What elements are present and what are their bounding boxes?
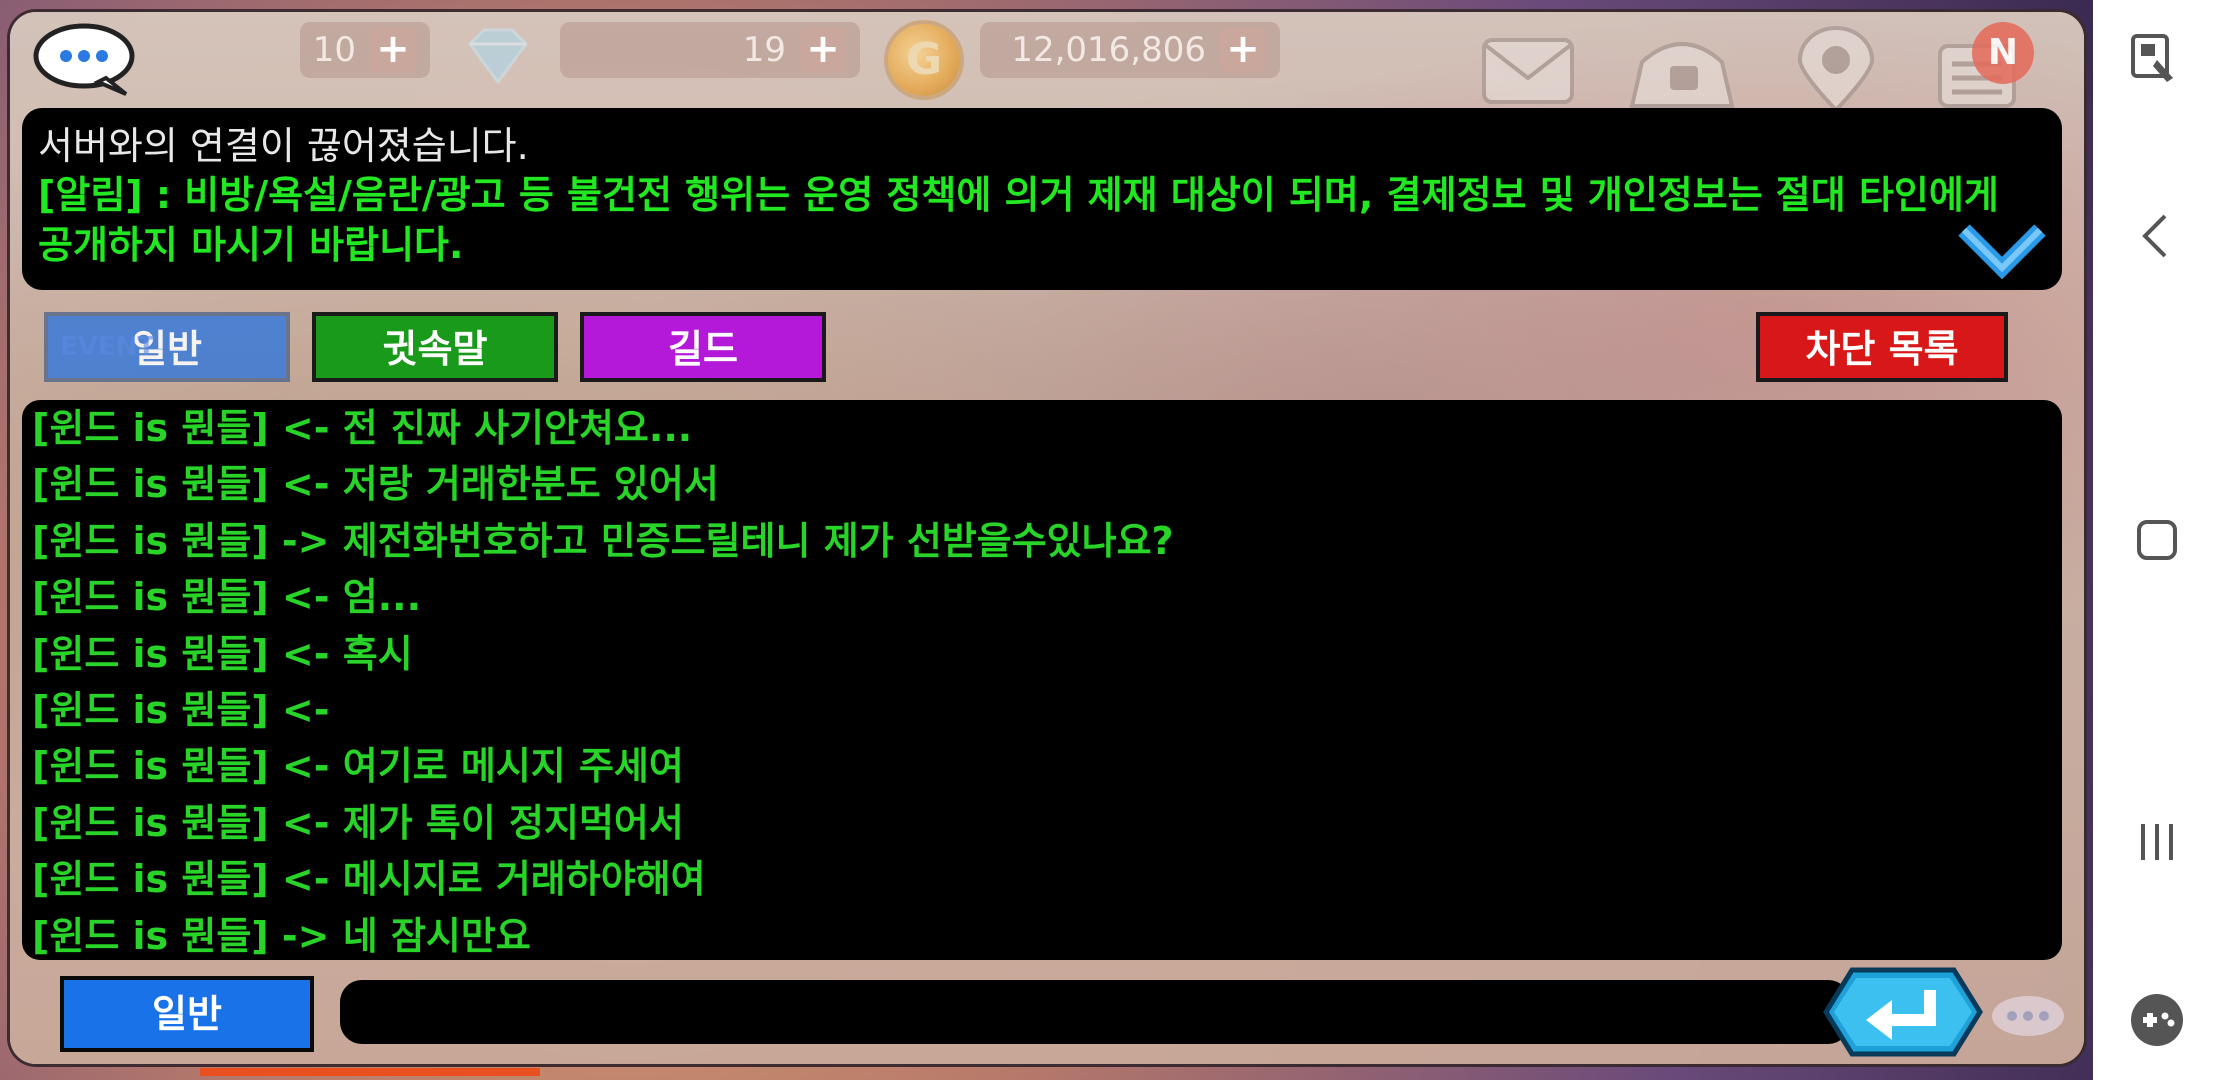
currency-bar: 10 + 19 + G 12,016,806 + N — [0, 0, 2093, 112]
chat-mode-button[interactable]: 일반 — [60, 976, 314, 1052]
mail-icon[interactable] — [1478, 26, 1578, 112]
recent-apps-icon[interactable] — [2127, 812, 2187, 872]
new-badge: N — [1972, 22, 2034, 84]
gems-plus-button[interactable]: + — [800, 27, 846, 73]
back-icon[interactable] — [2127, 206, 2187, 266]
tab-whisper[interactable]: 귓속말 — [312, 312, 558, 382]
chat-message: [윈드 is 뭔들] <- 메시지로 거래하야해여 — [32, 857, 706, 902]
system-notice: 서버와의 연결이 끊어졌습니다. [알림] : 비방/욕설/음란/광고 등 불건… — [22, 108, 2062, 290]
home-icon[interactable] — [2127, 510, 2187, 570]
touch-lock-icon[interactable] — [2127, 30, 2187, 90]
policy-notice: [알림] : 비방/욕설/음란/광고 등 불건전 행위는 운영 정책에 의거 제… — [38, 173, 1999, 267]
more-dots-icon[interactable] — [1988, 994, 2068, 1040]
game-tools-icon[interactable] — [2127, 990, 2187, 1050]
chat-bubble-icon[interactable] — [28, 18, 138, 98]
chat-message: [윈드 is 뭔들] <- 혹시 — [32, 631, 413, 676]
hearts-value: 10 — [312, 30, 356, 70]
tab-guild[interactable]: 길드 — [580, 312, 826, 382]
gold-value: 12,016,806 — [1011, 30, 1206, 70]
chat-message: [윈드 is 뭔들] <- 저랑 거래한분도 있어서 — [32, 462, 719, 507]
diamond-icon — [468, 28, 528, 85]
location-pin-icon[interactable] — [1786, 26, 1886, 112]
enter-icon[interactable] — [1822, 966, 1984, 1058]
chat-message: [윈드 is 뭔들] -> 제전화번호하고 민증드릴테니 제가 선받을수있나요? — [32, 518, 1174, 563]
chat-input[interactable] — [340, 980, 1850, 1044]
chat-message: [윈드 is 뭔들] <- 여기로 메시지 주세여 — [32, 744, 684, 789]
gold-counter: 12,016,806 + — [980, 22, 1280, 78]
event-tag: EVENT — [60, 332, 156, 362]
chat-message: [윈드 is 뭔들] <- 엄... — [32, 575, 422, 620]
chat-message: [윈드 is 뭔들] <- — [32, 687, 330, 732]
chat-message: [윈드 is 뭔들] <- 제가 톡이 정지먹어서 — [32, 800, 684, 845]
hearts-plus-button[interactable]: + — [370, 27, 416, 73]
chat-message: [윈드 is 뭔들] <- 전 진짜 사기안쳐요... — [32, 406, 693, 450]
gold-coin-icon: G — [888, 24, 960, 96]
system-nav-bar — [2093, 0, 2220, 1080]
block-list-button[interactable]: 차단 목록 — [1756, 312, 2008, 382]
progress-strip — [200, 1068, 540, 1076]
gems-value: 19 — [742, 30, 786, 70]
chat-message: [윈드 is 뭔들] -> 네 잠시만요 — [32, 913, 531, 958]
game-screen: 10 + 19 + G 12,016,806 + N 서버와의 연결이 끊어졌습… — [0, 0, 2093, 1080]
gold-plus-button[interactable]: + — [1220, 27, 1266, 73]
disconnect-message: 서버와의 연결이 끊어졌습니다. — [38, 124, 529, 168]
gems-counter: 19 + — [560, 22, 860, 78]
chat-log[interactable]: [윈드 is 뭔들] <- 전 진짜 사기안쳐요... [윈드 is 뭔들] <… — [22, 400, 2062, 960]
chevron-down-icon[interactable] — [1956, 220, 2048, 282]
shop-icon[interactable] — [1622, 26, 1742, 112]
hearts-counter: 10 + — [300, 22, 430, 78]
